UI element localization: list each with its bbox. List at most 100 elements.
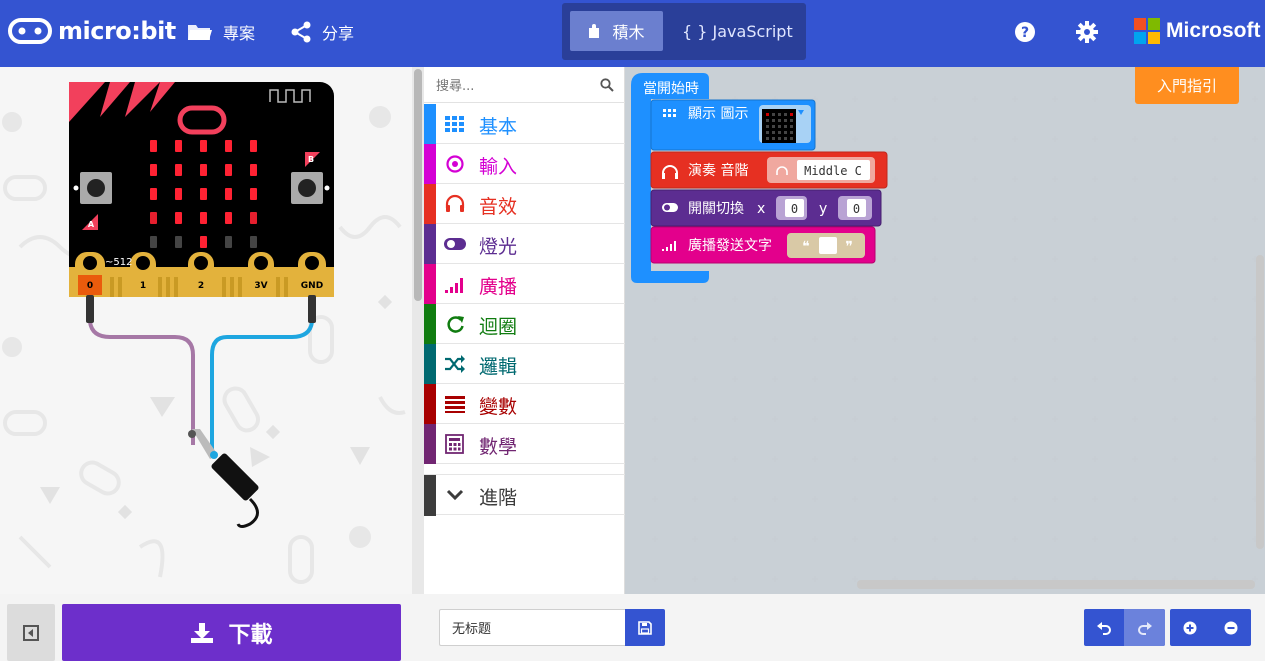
editor-mode-toggle: 積木 { } JavaScript	[562, 3, 806, 60]
category-variables-label: 變數	[479, 396, 518, 418]
simulator-background: ~512 0 1 2 3V GND A B	[2, 82, 406, 584]
tone-value: Middle C	[804, 164, 862, 178]
zoom-out-icon	[1224, 621, 1238, 634]
toolbox-search	[424, 67, 625, 103]
undo-button[interactable]	[1084, 609, 1124, 646]
project-name-input[interactable]	[439, 609, 626, 646]
zoom-in-button[interactable]	[1170, 609, 1210, 646]
show-icon-block[interactable]: 顯示 圖示	[650, 99, 816, 151]
category-basic-label: 基本	[479, 116, 518, 138]
category-led-label: 燈光	[479, 236, 518, 258]
category-advanced[interactable]: 進階	[424, 474, 625, 516]
x-value: 0	[791, 202, 798, 216]
workspace-horizontal-scrollbar[interactable]	[857, 580, 1255, 589]
category-math-label: 數學	[479, 436, 518, 458]
workspace-grid: 當開始時 顯示 圖示 演奏 音階 Middle C 開關切換 x 0 y 0 廣…	[625, 67, 1265, 594]
projects-label: 專案	[223, 24, 256, 43]
target-icon	[446, 155, 464, 173]
toolbox: 基本 輸入 音效 燈光 廣播	[424, 67, 625, 594]
svg-text:?: ?	[1021, 25, 1029, 41]
category-advanced-bar	[424, 475, 436, 516]
blocks-mode-button[interactable]: 積木	[570, 11, 663, 51]
redo-button[interactable]	[1124, 609, 1165, 646]
microsoft-logo[interactable]: Microsoft	[1134, 18, 1261, 44]
category-loops-bar	[424, 304, 436, 344]
help-icon: ?	[1015, 22, 1035, 42]
collapse-icon	[23, 624, 39, 641]
radio-send-string-block[interactable]: 廣播發送文字 ❝ ❞	[650, 226, 876, 264]
zoom-out-button[interactable]	[1211, 609, 1251, 646]
getting-started-button[interactable]: 入門指引	[1135, 67, 1239, 104]
javascript-mode-button[interactable]: { } JavaScript	[682, 11, 793, 51]
category-logic-label: 邏輯	[479, 356, 518, 378]
search-input[interactable]	[436, 76, 586, 96]
category-music[interactable]: 音效	[424, 184, 625, 224]
category-input[interactable]: 輸入	[424, 144, 625, 184]
splitter[interactable]	[412, 67, 424, 594]
pin-1-label[interactable]: 1	[140, 281, 146, 291]
share-button[interactable]: 分享	[290, 18, 354, 46]
category-radio-label: 廣播	[479, 276, 518, 298]
collapse-simulator-button[interactable]	[7, 604, 55, 661]
play-tone-block[interactable]: 演奏 音階 Middle C	[650, 151, 888, 189]
category-advanced-label: 進階	[479, 487, 518, 509]
category-music-label: 音效	[479, 196, 518, 218]
loop-icon	[447, 316, 464, 333]
category-logic[interactable]: 邏輯	[424, 344, 625, 384]
button-b-label: B	[308, 155, 314, 164]
microsoft-label: Microsoft	[1166, 19, 1261, 42]
signal-icon	[445, 278, 463, 293]
category-math-bar	[424, 424, 436, 464]
category-basic[interactable]: 基本	[424, 104, 625, 144]
splitter-scrollbar[interactable]	[414, 69, 422, 301]
x-label: x	[757, 201, 765, 217]
category-logic-bar	[424, 344, 436, 384]
save-button[interactable]	[625, 609, 665, 646]
microsoft-logo-icon	[1134, 18, 1160, 44]
category-math[interactable]: 數學	[424, 424, 625, 464]
gear-icon	[1076, 21, 1098, 43]
category-led-bar	[424, 224, 436, 264]
share-icon	[291, 21, 311, 43]
workspace-vertical-scrollbar[interactable]	[1256, 255, 1264, 549]
string-value-field[interactable]	[819, 237, 837, 254]
settings-button[interactable]	[1075, 18, 1109, 46]
pin-2-label[interactable]: 2	[198, 281, 204, 291]
download-button[interactable]: 下載	[62, 604, 401, 661]
top-bar: micro:bit 專案 分享 積木 { } JavaScript ? Micr…	[0, 0, 1265, 67]
lines-icon	[445, 396, 465, 413]
search-icon[interactable]	[600, 78, 614, 92]
pin-0-label[interactable]: 0	[87, 281, 93, 291]
blocks-workspace[interactable]: 當開始時 顯示 圖示 演奏 音階 Middle C 開關切換 x 0 y 0 廣…	[625, 67, 1265, 594]
y-value: 0	[853, 202, 860, 216]
category-variables[interactable]: 變數	[424, 384, 625, 424]
toggle-block[interactable]: 開關切換 x 0 y 0	[650, 189, 882, 227]
chevron-down-icon	[446, 489, 464, 501]
projects-button[interactable]: 專案	[187, 18, 255, 46]
bottom-bar: 下載	[0, 594, 1265, 661]
help-button[interactable]: ?	[1014, 18, 1046, 46]
y-label: y	[819, 201, 827, 217]
javascript-mode-label: { } JavaScript	[682, 21, 793, 41]
download-label: 下載	[228, 622, 273, 648]
toggle-icon	[444, 238, 466, 250]
pin-3v-label[interactable]: 3V	[254, 281, 267, 291]
undo-redo-group	[1084, 609, 1165, 646]
download-icon	[191, 622, 214, 643]
category-music-bar	[424, 184, 436, 224]
calculator-icon	[445, 434, 464, 454]
category-loops-label: 迴圈	[479, 316, 518, 338]
on-start-label: 當開始時	[643, 81, 699, 97]
pin-gnd-label[interactable]: GND	[301, 281, 323, 291]
microbit-logo[interactable]: micro:bit	[8, 14, 176, 48]
simulator-pane: ~512 0 1 2 3V GND A B	[0, 67, 412, 594]
shuffle-icon	[445, 355, 465, 373]
headphones-icon	[445, 194, 465, 212]
headphone-wires	[86, 295, 316, 528]
category-loops[interactable]: 迴圈	[424, 304, 625, 344]
category-led[interactable]: 燈光	[424, 224, 625, 264]
category-input-label: 輸入	[479, 156, 518, 178]
grid-icon	[445, 116, 464, 132]
category-radio[interactable]: 廣播	[424, 264, 625, 304]
folder-icon	[188, 25, 212, 40]
